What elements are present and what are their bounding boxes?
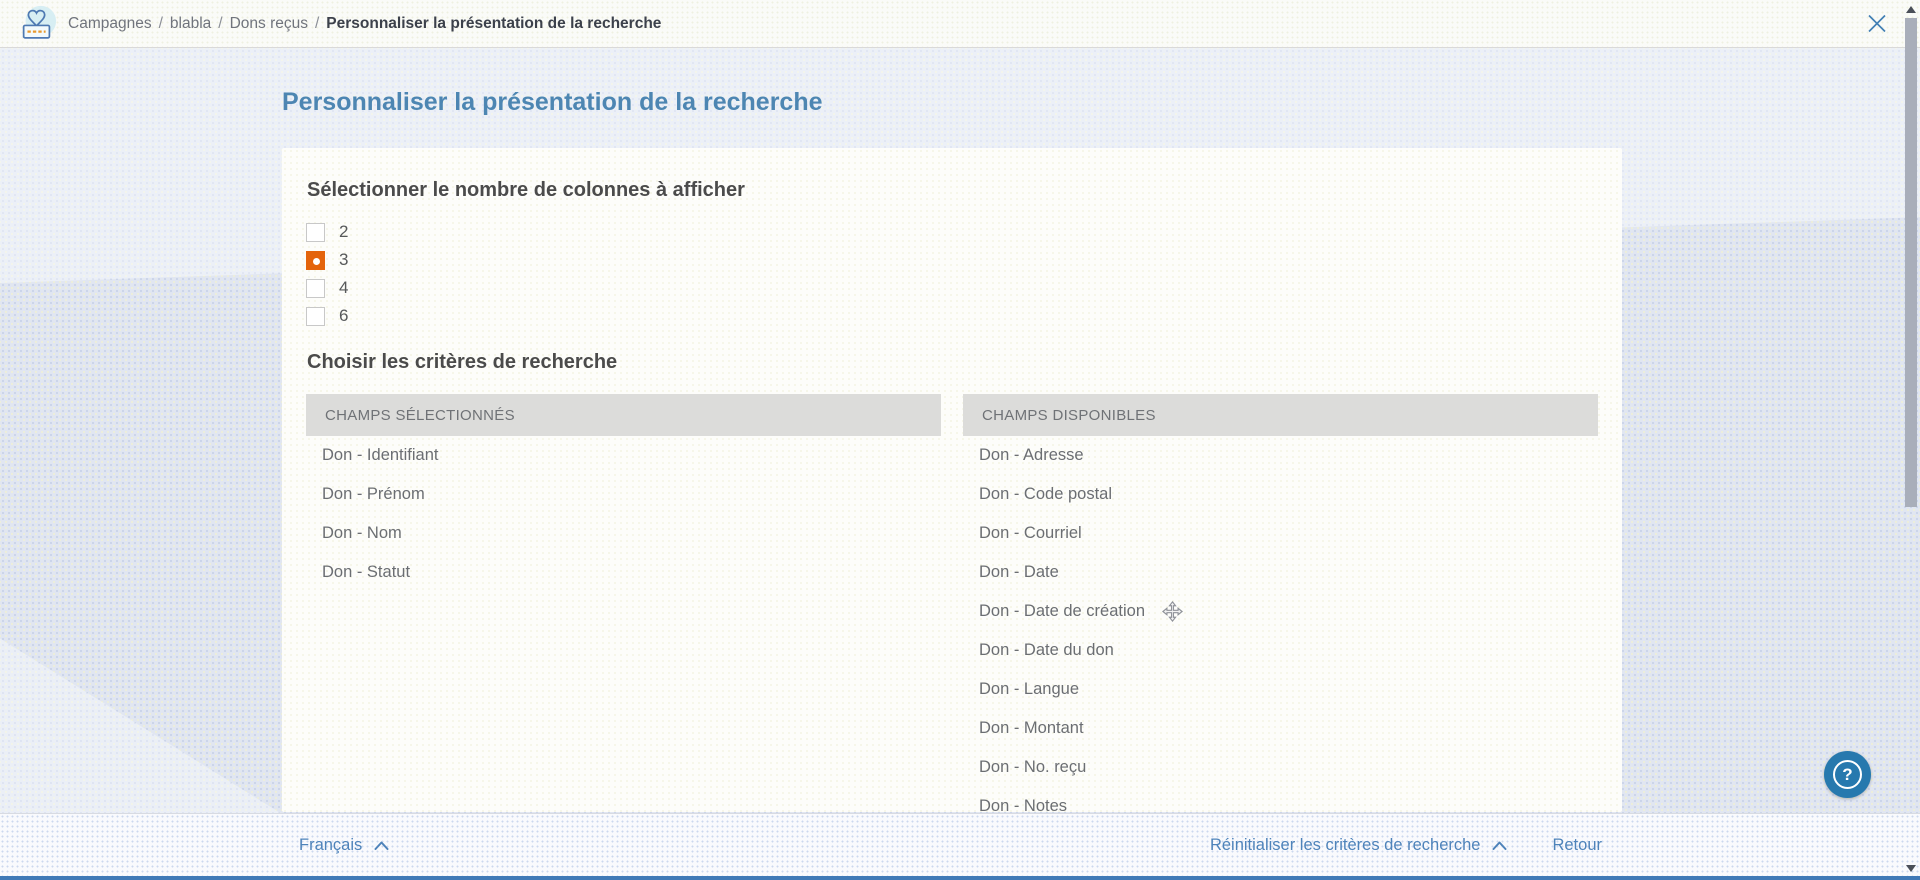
breadcrumb: Campagnes / blabla / Dons reçus / Person… [68, 15, 661, 33]
field-item-don-courriel[interactable]: Don - Courriel [963, 514, 1598, 553]
topbar: Campagnes / blabla / Dons reçus / Person… [0, 0, 1920, 48]
footer: Français Réinitialiser les critères de r… [0, 814, 1920, 876]
radio-option-label: 2 [339, 222, 349, 241]
field-label: Don - Nom [322, 524, 402, 542]
radio-button-icon [306, 306, 325, 326]
language-label: Français [299, 835, 363, 854]
selected-fields-column: CHAMPS SÉLECTIONNÉS Don - Identifiant Do… [306, 394, 941, 812]
radio-option-4-columns[interactable]: 4 [306, 274, 416, 302]
chevron-up-icon [374, 841, 389, 850]
field-label: Don - Identifiant [322, 446, 439, 464]
breadcrumb-separator: / [158, 14, 163, 32]
field-item-don-adresse[interactable]: Don - Adresse [963, 436, 1598, 475]
breadcrumb-separator: / [218, 14, 223, 32]
breadcrumb-current: Personnaliser la présentation de la rech… [326, 14, 662, 32]
breadcrumb-dons-recus[interactable]: Dons reçus [230, 15, 308, 33]
field-label: Don - Montant [979, 719, 1084, 737]
page-title: Personnaliser la présentation de la rech… [282, 88, 823, 116]
scrollbar[interactable] [1903, 0, 1920, 880]
close-button[interactable] [1864, 11, 1890, 37]
field-label: Don - No. reçu [979, 758, 1087, 776]
field-item-don-code-postal[interactable]: Don - Code postal [963, 475, 1598, 514]
field-label: Don - Adresse [979, 446, 1084, 464]
field-item-don-date-du-don[interactable]: Don - Date du don [963, 631, 1598, 670]
field-label: Don - Statut [322, 563, 411, 581]
scrollbar-up-arrow-icon[interactable] [1906, 6, 1916, 13]
selected-fields-header: CHAMPS SÉLECTIONNÉS [306, 394, 941, 436]
background-swoosh-bottom-left [0, 638, 282, 814]
column-count-radio-group: 2 3 4 6 [306, 218, 1598, 330]
reset-criteria-button[interactable]: Réinitialiser les critères de recherche [1210, 836, 1508, 855]
footer-right-actions: Réinitialiser les critères de recherche … [1210, 836, 1602, 855]
field-item-don-prenom[interactable]: Don - Prénom [306, 475, 941, 514]
breadcrumb-separator: / [314, 14, 320, 32]
radio-button-icon [306, 250, 325, 270]
reset-criteria-label: Réinitialiser les critères de recherche [1209, 835, 1481, 854]
move-cursor-icon [1161, 600, 1184, 623]
breadcrumb-blabla[interactable]: blabla [170, 15, 211, 33]
radio-option-3-columns[interactable]: 3 [306, 246, 416, 274]
radio-button-icon [306, 278, 325, 298]
available-fields-header: CHAMPS DISPONIBLES [963, 394, 1598, 436]
field-item-don-no-recu[interactable]: Don - No. reçu [963, 748, 1598, 787]
field-label: Don - Date [979, 563, 1059, 581]
fields-columns: CHAMPS SÉLECTIONNÉS Don - Identifiant Do… [306, 394, 1598, 812]
field-item-don-notes[interactable]: Don - Notes [963, 787, 1598, 812]
radio-option-label: 3 [339, 250, 349, 269]
radio-button-icon [306, 222, 325, 242]
field-label: Don - Date de création [979, 602, 1146, 620]
search-criteria-heading: Choisir les critères de recherche [307, 351, 618, 373]
field-label: Don - Date du don [979, 641, 1114, 659]
field-item-don-montant[interactable]: Don - Montant [963, 709, 1598, 748]
back-button[interactable]: Retour [1552, 836, 1602, 855]
available-fields-column: CHAMPS DISPONIBLES Don - Adresse Don - C… [963, 394, 1598, 812]
radio-option-6-columns[interactable]: 6 [306, 302, 416, 330]
breadcrumb-campagnes[interactable]: Campagnes [68, 15, 152, 33]
language-selector[interactable]: Français [299, 836, 389, 855]
field-item-don-nom[interactable]: Don - Nom [306, 514, 941, 553]
columns-count-heading: Sélectionner le nombre de colonnes à aff… [307, 179, 745, 201]
settings-card: Sélectionner le nombre de colonnes à aff… [282, 148, 1622, 812]
help-button[interactable]: ? [1824, 751, 1871, 798]
bottom-accent-bar [0, 876, 1920, 880]
donation-box-heart-logo-icon [14, 3, 60, 45]
field-item-don-date[interactable]: Don - Date [963, 553, 1598, 592]
field-label: Don - Courriel [979, 524, 1082, 542]
radio-option-label: 4 [339, 278, 349, 297]
field-label: Don - Notes [979, 797, 1068, 812]
question-mark-icon: ? [1833, 760, 1862, 789]
chevron-up-icon [1492, 841, 1507, 850]
field-label: Don - Langue [979, 680, 1079, 698]
field-label: Don - Code postal [979, 485, 1112, 503]
field-item-don-date-de-creation[interactable]: Don - Date de création [963, 592, 1598, 631]
radio-option-label: 6 [339, 306, 349, 325]
field-label: Don - Prénom [322, 485, 425, 503]
field-item-don-statut[interactable]: Don - Statut [306, 553, 941, 592]
scrollbar-down-arrow-icon[interactable] [1906, 865, 1916, 872]
scrollbar-thumb[interactable] [1905, 18, 1917, 507]
field-item-don-identifiant[interactable]: Don - Identifiant [306, 436, 941, 475]
field-item-don-langue[interactable]: Don - Langue [963, 670, 1598, 709]
customize-search-screen: Campagnes / blabla / Dons reçus / Person… [0, 0, 1920, 880]
close-icon [1868, 14, 1886, 33]
radio-option-2-columns[interactable]: 2 [306, 218, 416, 246]
